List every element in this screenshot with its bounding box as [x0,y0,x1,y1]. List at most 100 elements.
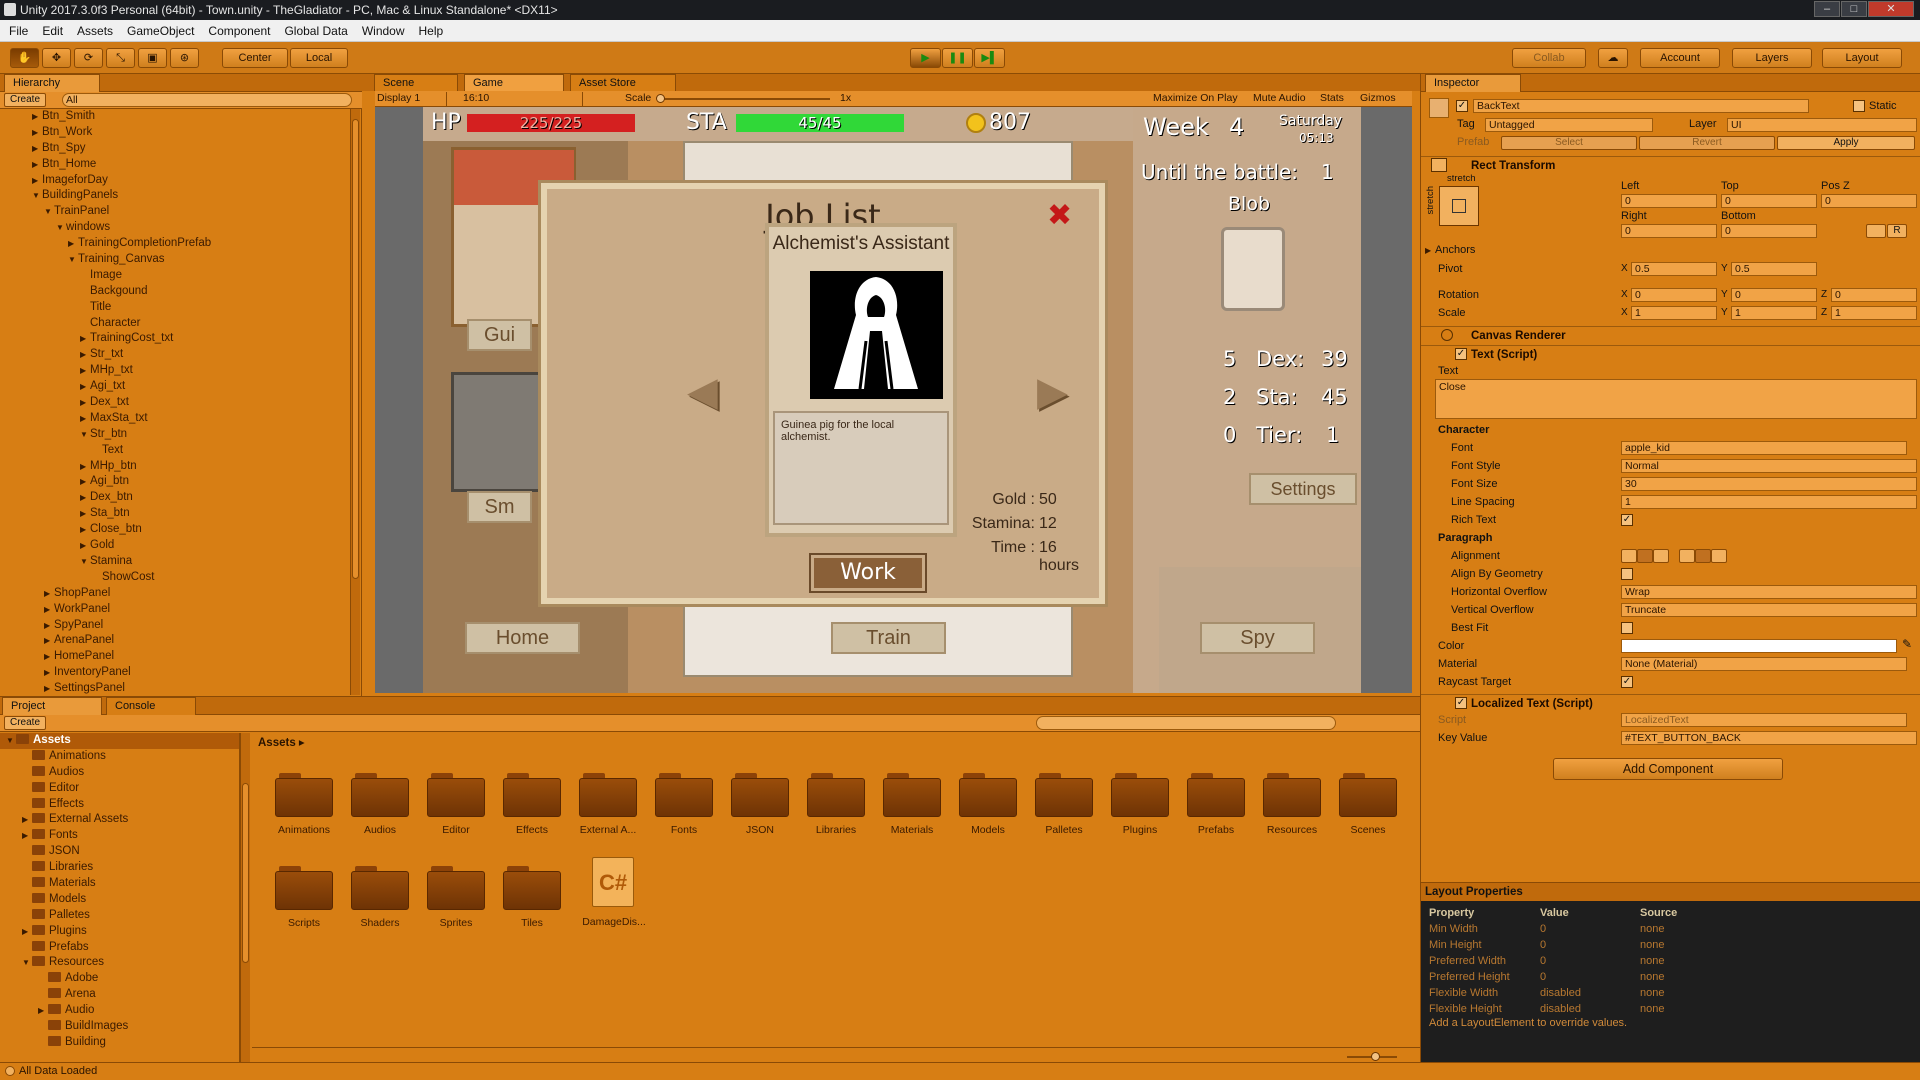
expanded-arrow-icon[interactable]: ▼ [80,554,90,570]
tab-console[interactable]: Console [106,697,196,715]
asset-folder[interactable]: Scripts [266,860,342,940]
collapsed-arrow-icon[interactable]: ▶ [80,474,90,490]
left-field[interactable]: 0 [1621,194,1717,208]
project-tree-item[interactable]: Models [0,892,239,908]
text-content-field[interactable]: Close [1435,379,1917,419]
tab-inspector[interactable]: Inspector [1425,74,1521,92]
align-left-icon[interactable] [1621,549,1637,563]
tab-project[interactable]: Project [2,697,102,715]
hierarchy-item[interactable]: ▶ TrainingCost_txt [0,331,350,347]
hierarchy-item[interactable]: Character [0,316,350,332]
eyedropper-icon[interactable]: ✎ [1902,637,1912,651]
asset-folder[interactable]: JSON [722,767,798,847]
hierarchy-item[interactable]: ▼ Training_Canvas [0,252,350,268]
project-tree-item[interactable]: Effects [0,797,239,813]
hand-tool-icon[interactable]: ✋ [10,48,39,68]
expanded-arrow-icon[interactable]: ▼ [6,733,16,749]
asset-folder[interactable]: Libraries [798,767,874,847]
collapsed-arrow-icon[interactable]: ▶ [80,347,90,363]
play-button[interactable]: ▶ [910,48,941,68]
asset-folder[interactable]: Resources [1254,767,1330,847]
collapsed-arrow-icon[interactable]: ▶ [80,538,90,554]
hierarchy-item[interactable]: ▶ Sta_btn [0,506,350,522]
smith-building-button[interactable]: Sm [467,491,532,523]
rich-text-checkbox[interactable]: ✓ [1621,514,1633,526]
hierarchy-item[interactable]: ▶ Dex_txt [0,395,350,411]
step-button[interactable]: ▶▌ [974,48,1005,68]
asset-folder[interactable]: Editor [418,767,494,847]
font-style-dropdown[interactable]: Normal [1621,459,1917,473]
collapsed-arrow-icon[interactable]: ▶ [32,109,42,125]
collapsed-arrow-icon[interactable]: ▶ [80,331,90,347]
next-job-arrow-icon[interactable]: ▶ [1037,369,1068,415]
asset-script-damagedis[interactable]: C# DamageDis... [582,857,662,937]
right-field[interactable]: 0 [1621,224,1717,238]
pause-button[interactable]: ❚❚ [942,48,973,68]
project-tree-item[interactable]: ▶ Plugins [0,924,239,940]
project-tree-item[interactable]: Adobe [0,971,239,987]
hierarchy-scroll-thumb[interactable] [352,119,359,579]
collapsed-arrow-icon[interactable]: ▶ [44,649,54,665]
project-create-button[interactable]: Create [4,716,47,730]
project-tree-item[interactable]: ▶ Audio [0,1003,239,1019]
font-size-field[interactable]: 30 [1621,477,1917,491]
spy-button[interactable]: Spy [1200,622,1315,654]
close-window-button[interactable]: ✕ [1868,1,1914,17]
scale-slider-handle[interactable] [656,94,665,103]
asset-folder[interactable]: Prefabs [1178,767,1254,847]
collapsed-arrow-icon[interactable]: ▶ [44,602,54,618]
gameobject-active-checkbox[interactable]: ✓ [1456,100,1468,112]
expanded-arrow-icon[interactable]: ▼ [44,204,54,220]
asset-folder[interactable]: Sprites [418,860,494,940]
rect-transform-header[interactable]: Rect Transform [1421,156,1920,174]
layers-dropdown[interactable]: Layers [1732,48,1812,68]
hierarchy-item[interactable]: ▶ SpyPanel [0,618,350,634]
settings-button[interactable]: Settings [1249,473,1357,505]
static-checkbox[interactable] [1853,100,1865,112]
hierarchy-item[interactable]: ▶ MHp_txt [0,363,350,379]
dialog-close-icon[interactable]: ✖ [1047,201,1072,231]
tab-game[interactable]: Game [464,74,564,92]
hierarchy-item[interactable]: ▶ ArenaPanel [0,633,350,649]
minimize-button[interactable]: – [1814,1,1840,17]
collapsed-arrow-icon[interactable]: ▶ [68,236,78,252]
maximize-button[interactable]: □ [1841,1,1867,17]
text-script-enabled-checkbox[interactable]: ✓ [1455,348,1467,360]
hierarchy-item[interactable]: ▶ WorkPanel [0,602,350,618]
collapsed-arrow-icon[interactable]: ▶ [44,618,54,634]
hierarchy-item[interactable]: ▶ SettingsPanel [0,681,350,695]
asset-folder[interactable]: Audios [342,767,418,847]
align-top-icon[interactable] [1679,549,1695,563]
menu-global-data[interactable]: Global Data [277,20,354,42]
anchor-preset-icon[interactable] [1439,186,1479,226]
pivot-center-button[interactable]: Center [222,48,288,68]
hierarchy-item[interactable]: Title [0,300,350,316]
tab-hierarchy[interactable]: Hierarchy [4,74,100,92]
key-value-field[interactable]: #TEXT_BUTTON_BACK [1621,731,1917,745]
layer-dropdown[interactable]: UI [1727,118,1917,132]
asset-folder[interactable]: Animations [266,767,342,847]
project-tree-item[interactable]: Palletes [0,908,239,924]
anchors-foldout[interactable]: ▶ Anchors [1425,244,1475,256]
align-bottom-icon[interactable] [1711,549,1727,563]
hierarchy-item[interactable]: ▶ InventoryPanel [0,665,350,681]
account-dropdown[interactable]: Account [1640,48,1720,68]
project-tree-item[interactable]: Animations [0,749,239,765]
gizmos-dropdown[interactable]: Gizmos [1360,92,1396,104]
text-script-header[interactable]: Text (Script) [1421,345,1920,363]
expanded-arrow-icon[interactable]: ▼ [32,188,42,204]
collapsed-arrow-icon[interactable]: ▶ [80,395,90,411]
hierarchy-scrollbar[interactable] [350,109,360,695]
align-center-icon[interactable] [1637,549,1653,563]
gameobject-name-field[interactable]: BackText [1473,99,1809,113]
raycast-target-checkbox[interactable]: ✓ [1621,676,1633,688]
scale-y-field[interactable]: 1 [1731,306,1817,320]
menu-edit[interactable]: Edit [35,20,70,42]
project-search-input[interactable] [1036,716,1336,730]
collapsed-arrow-icon[interactable]: ▶ [80,379,90,395]
best-fit-checkbox[interactable] [1621,622,1633,634]
layout-dropdown[interactable]: Layout [1822,48,1902,68]
hierarchy-item[interactable]: ▶ TrainingCompletionPrefab [0,236,350,252]
project-tree-scrollbar[interactable] [240,733,250,1063]
collapsed-arrow-icon[interactable]: ▶ [80,506,90,522]
